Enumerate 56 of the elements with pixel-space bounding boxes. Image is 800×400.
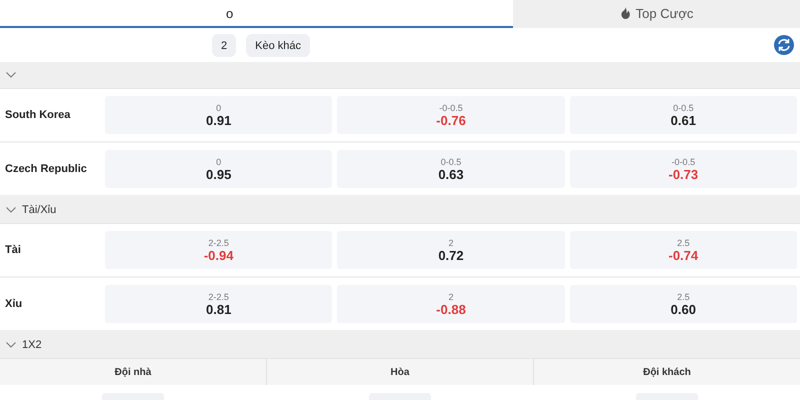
filter-chip[interactable]: 2 <box>212 34 236 56</box>
handicap-line: 0 <box>216 156 222 166</box>
chevron-icon <box>6 72 16 78</box>
odds-button[interactable]: 0 0.91 <box>105 96 332 134</box>
handicap-line: 2.5 <box>677 238 690 248</box>
odds-value: 0.63 <box>438 166 464 182</box>
handicap-line: 0-0.5 <box>440 156 462 166</box>
handicap-line: 2-2.5 <box>208 292 229 302</box>
column-header: Hòa <box>267 359 534 385</box>
handicap-line: 0 <box>216 102 222 112</box>
odds-button[interactable]: 0 0.95 <box>105 150 332 188</box>
team-name: Tài <box>4 244 22 256</box>
handicap-line: 2 <box>448 238 454 248</box>
column-header: Đội khách <box>642 366 692 380</box>
odds-value: -0.73 <box>668 166 698 182</box>
section-title: 1X2 <box>22 339 42 351</box>
odds-value: 0.61 <box>670 112 696 128</box>
section-title: Tài/Xỉu <box>22 204 56 216</box>
odds-value: -0.94 <box>204 248 234 262</box>
handicap-line: 2-2.5 <box>208 238 229 248</box>
handicap-line: -0-0.5 <box>672 156 696 166</box>
handicap-line: 2.5 <box>677 292 690 302</box>
odds-button[interactable]: 2-2.5 0.81 <box>105 285 332 323</box>
team-name: Czech Republic <box>4 163 88 175</box>
odds-value: -0.76 <box>436 112 466 128</box>
chevron-icon <box>6 342 16 348</box>
odds-value: 0.72 <box>438 248 464 262</box>
team-name: South Korea <box>4 109 72 121</box>
tab[interactable]: Top Cược <box>513 0 800 28</box>
fire-icon <box>620 7 631 19</box>
odds-value: 0.81 <box>206 302 232 316</box>
odds-button[interactable]: 2.5 0.60 <box>570 285 797 323</box>
section-header[interactable]: Tài/Xỉu <box>0 197 800 224</box>
odds-button[interactable]: -0-0.5 -0.73 <box>570 150 797 188</box>
handicap-line: 2 <box>448 292 454 302</box>
section-header[interactable] <box>0 62 800 89</box>
odds-value: 0.60 <box>670 302 696 316</box>
chevron-icon <box>6 207 16 213</box>
odds-button[interactable]: 0-0.5 0.63 <box>337 150 565 188</box>
odds-button[interactable]: 2.5 -0.74 <box>570 231 797 269</box>
odds-button[interactable]: -0-0.5 -0.76 <box>337 96 565 134</box>
handicap-line: -0-0.5 <box>439 102 463 112</box>
filter-chip[interactable]: Kèo khác <box>246 34 310 56</box>
odds-button[interactable]: 2 0.72 <box>337 231 565 269</box>
refresh-icon[interactable] <box>774 35 794 55</box>
odds-button[interactable]: 2 -0.88 <box>337 285 565 323</box>
odds-value: 0.95 <box>206 166 232 182</box>
odds-button[interactable]: 2-2.5 -0.94 <box>105 231 332 269</box>
section-header[interactable]: 1X2 <box>0 332 800 359</box>
column-header: Đội nhà <box>0 359 267 385</box>
odds-value: -0.74 <box>668 248 698 262</box>
handicap-line: 0-0.5 <box>673 102 694 112</box>
odds-button[interactable]: 0-0.5 0.61 <box>570 96 797 134</box>
odds-value: -0.88 <box>436 302 466 316</box>
team-name: Xỉu <box>4 298 24 310</box>
odds-value: 0.91 <box>206 112 232 128</box>
